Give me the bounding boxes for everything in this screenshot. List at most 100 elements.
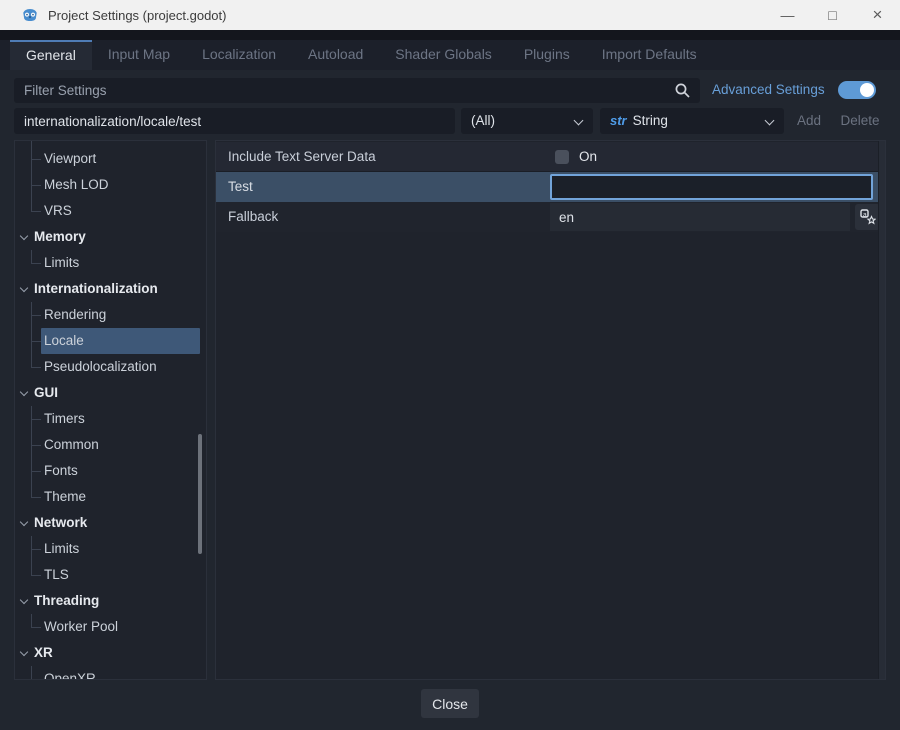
sidebar-item-label: Rendering [44,307,106,322]
tree-guide-line [31,627,41,628]
sidebar-item-network[interactable]: Network [15,510,206,536]
sidebar-item-label: Memory [34,229,86,244]
svg-text:a: a [863,211,867,218]
string-type-icon: str [610,113,627,128]
search-icon [674,82,691,99]
tree-guide-line [31,263,41,264]
sidebar-item-label: Common [44,437,99,452]
tree-guide-line [31,575,41,576]
chevron-down-icon [20,284,28,292]
tab-shader-globals[interactable]: Shader Globals [379,40,508,70]
chevron-down-icon [20,596,28,604]
tree-guide-line [31,419,41,420]
properties-panel: Include Text Server Data On Test Fallbac… [215,140,886,680]
filter-bar: Advanced Settings [14,78,886,103]
maximize-button[interactable]: □ [810,0,855,30]
sidebar-item-fonts[interactable]: Fonts [15,458,206,484]
close-window-button[interactable]: × [855,0,900,30]
chevron-down-icon [574,116,584,126]
sidebar-item-threading[interactable]: Threading [15,588,206,614]
tree-guide-line [31,198,32,211]
delete-button[interactable]: Delete [834,108,886,134]
sidebar-item-label: Network [34,515,87,530]
tree-guide-line [31,679,41,680]
tab-autoload[interactable]: Autoload [292,40,379,70]
tab-general[interactable]: General [10,40,92,70]
sidebar-item-label: XR [34,645,53,660]
sidebar-item-label: Pseudolocalization [44,359,157,374]
sidebar-item-label: OpenXR [44,671,96,680]
chevron-down-icon [20,518,28,526]
sidebar-item-label: Locale [44,333,84,348]
sidebar-item-limits[interactable]: Limits [15,536,206,562]
sidebar-item-viewport[interactable]: Viewport [15,146,206,172]
sidebar-item-vrs[interactable]: VRS [15,198,206,224]
sidebar-item-label: Theme [44,489,86,504]
sidebar-item-timers[interactable]: Timers [15,406,206,432]
include-text-server-data-checkbox[interactable] [555,150,569,164]
sidebar-item-gui[interactable]: GUI [15,380,206,406]
sidebar-item-label: VRS [44,203,72,218]
sidebar-item-label: Viewport [44,151,96,166]
tab-localization[interactable]: Localization [186,40,292,70]
property-bar: (All) strString Add Delete [14,108,886,134]
minimize-button[interactable]: — [765,0,810,30]
sidebar-item-internationalization[interactable]: Internationalization [15,276,206,302]
tree-guide-line [31,250,32,263]
sidebar-item-label: TLS [44,567,69,582]
filter-settings-input[interactable] [14,78,700,103]
sidebar-item-theme[interactable]: Theme [15,484,206,510]
sidebar-item-tls[interactable]: TLS [15,562,206,588]
settings-tree: Lights And ShadowsViewportMesh LODVRSMem… [15,140,206,680]
chevron-down-icon [20,388,28,396]
feature-filter-select[interactable]: (All) [461,108,593,134]
sidebar-item-memory[interactable]: Memory [15,224,206,250]
settings-tree-sidebar: Lights And ShadowsViewportMesh LODVRSMem… [14,140,207,680]
sidebar-item-label: Worker Pool [44,619,118,634]
toggle-knob [860,83,874,97]
sidebar-item-common[interactable]: Common [15,432,206,458]
tree-guide-line [31,159,41,160]
checkbox-on-label: On [579,142,597,172]
tree-guide-line [31,315,41,316]
sidebar-item-pseudolocalization[interactable]: Pseudolocalization [15,354,206,380]
advanced-settings-toggle[interactable] [838,81,876,99]
sidebar-item-limits[interactable]: Limits [15,250,206,276]
chevron-down-icon [20,232,28,240]
tree-guide-line [31,354,32,367]
godot-icon [21,6,39,24]
project-settings-window: Project Settings (project.godot) — □ × G… [0,0,900,730]
tree-guide-line [31,367,41,368]
tab-import-defaults[interactable]: Import Defaults [586,40,713,70]
sidebar-item-label: Mesh LOD [44,177,109,192]
main-scrollbar[interactable] [878,141,885,679]
property-label: Include Text Server Data [228,142,376,172]
fallback-value-input[interactable] [550,203,850,231]
sidebar-item-rendering[interactable]: Rendering [15,302,206,328]
property-row-test: Test [216,172,885,202]
locale-picker-button[interactable]: a [855,204,880,230]
property-row-fallback: Fallback a [216,202,885,232]
feature-filter-value: (All) [471,113,495,128]
sidebar-item-label: Threading [34,593,99,608]
tab-bar: GeneralInput MapLocalizationAutoloadShad… [0,40,900,70]
property-row-include-text-server-data: Include Text Server Data On [216,142,885,172]
add-button[interactable]: Add [790,108,828,134]
sidebar-item-locale[interactable]: Locale [15,328,206,354]
sidebar-item-xr[interactable]: XR [15,640,206,666]
sidebar-item-label: Limits [44,255,79,270]
tree-guide-line [31,341,41,342]
tab-input-map[interactable]: Input Map [92,40,186,70]
close-button[interactable]: Close [421,689,479,718]
test-value-input[interactable] [550,174,873,200]
tab-plugins[interactable]: Plugins [508,40,586,70]
tree-guide-line [31,614,32,627]
sidebar-item-worker-pool[interactable]: Worker Pool [15,614,206,640]
tree-guide-line [31,549,41,550]
sidebar-item-mesh-lod[interactable]: Mesh LOD [15,172,206,198]
sidebar-item-openxr[interactable]: OpenXR [15,666,206,680]
tree-guide-line [31,562,32,575]
property-path-input[interactable] [14,108,455,134]
sidebar-scrollbar[interactable] [198,434,202,554]
type-select[interactable]: strString [600,108,784,134]
